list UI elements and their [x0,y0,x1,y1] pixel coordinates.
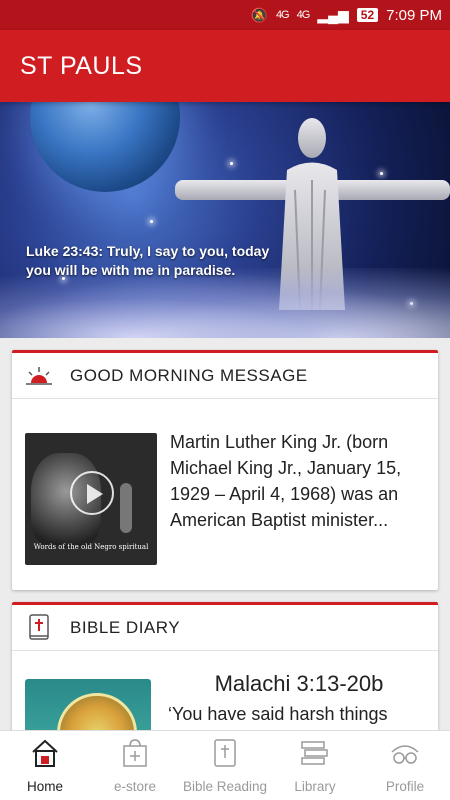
nav-e-store[interactable]: e-store [90,731,180,800]
nav-label: Bible Reading [182,779,268,794]
card-header: GOOD MORNING MESSAGE [12,353,438,399]
good-morning-card[interactable]: GOOD MORNING MESSAGE Words of the old Ne… [12,350,438,590]
status-bar: 🔕 4G 4G ▂▄▆ 52 7:09 PM [0,0,450,30]
app-bar: ST PAULS [0,30,450,102]
network-indicator-left: 4G [275,9,290,21]
card-title: GOOD MORNING MESSAGE [70,365,308,385]
bible-book-icon [24,613,54,643]
signal-icon: ▂▄▆ [317,6,349,23]
battery-indicator: 52 [356,8,379,22]
card-header: BIBLE DIARY [12,605,438,651]
nav-bible-reading[interactable]: Bible Reading [180,731,270,800]
nav-label: Library [294,779,336,794]
banner-carousel[interactable]: Luke 23:43: Truly, I say to you, today y… [0,102,450,338]
nav-home[interactable]: Home [0,731,90,800]
sunrise-icon [24,361,54,391]
bible-icon [213,737,237,769]
nav-label: Profile [385,779,425,794]
nav-label: e-store [113,779,157,794]
bottom-navigation: Home e-store Bible Reading Library Profi… [0,730,450,800]
reading-reference: Malachi 3:13-20b [214,671,384,696]
message-snippet[interactable]: Martin Luther King Jr. (born Michael Kin… [170,429,432,533]
status-time: 7:09 PM [386,6,442,24]
nav-library[interactable]: Library [270,731,360,800]
banner-verse: Luke 23:43: Truly, I say to you, today y… [26,243,270,278]
thumbnail-microphone [120,483,132,533]
profile-icon [388,737,422,769]
nav-profile[interactable]: Profile [360,731,450,800]
books-icon [299,737,331,769]
app-title: ST PAULS [20,51,143,80]
video-caption: Words of the old Negro spiritual [33,543,149,551]
nav-label: Home [26,779,63,794]
card-title: BIBLE DIARY [70,617,181,637]
mute-icon: 🔕 [250,6,268,23]
home-icon [30,737,60,769]
network-indicator-right: 4G [296,9,311,21]
play-icon[interactable] [70,471,114,515]
star-decoration [150,220,153,223]
earth-image [30,102,180,192]
video-thumbnail[interactable]: Words of the old Negro spiritual [25,433,157,565]
shopping-bag-icon [122,737,148,769]
